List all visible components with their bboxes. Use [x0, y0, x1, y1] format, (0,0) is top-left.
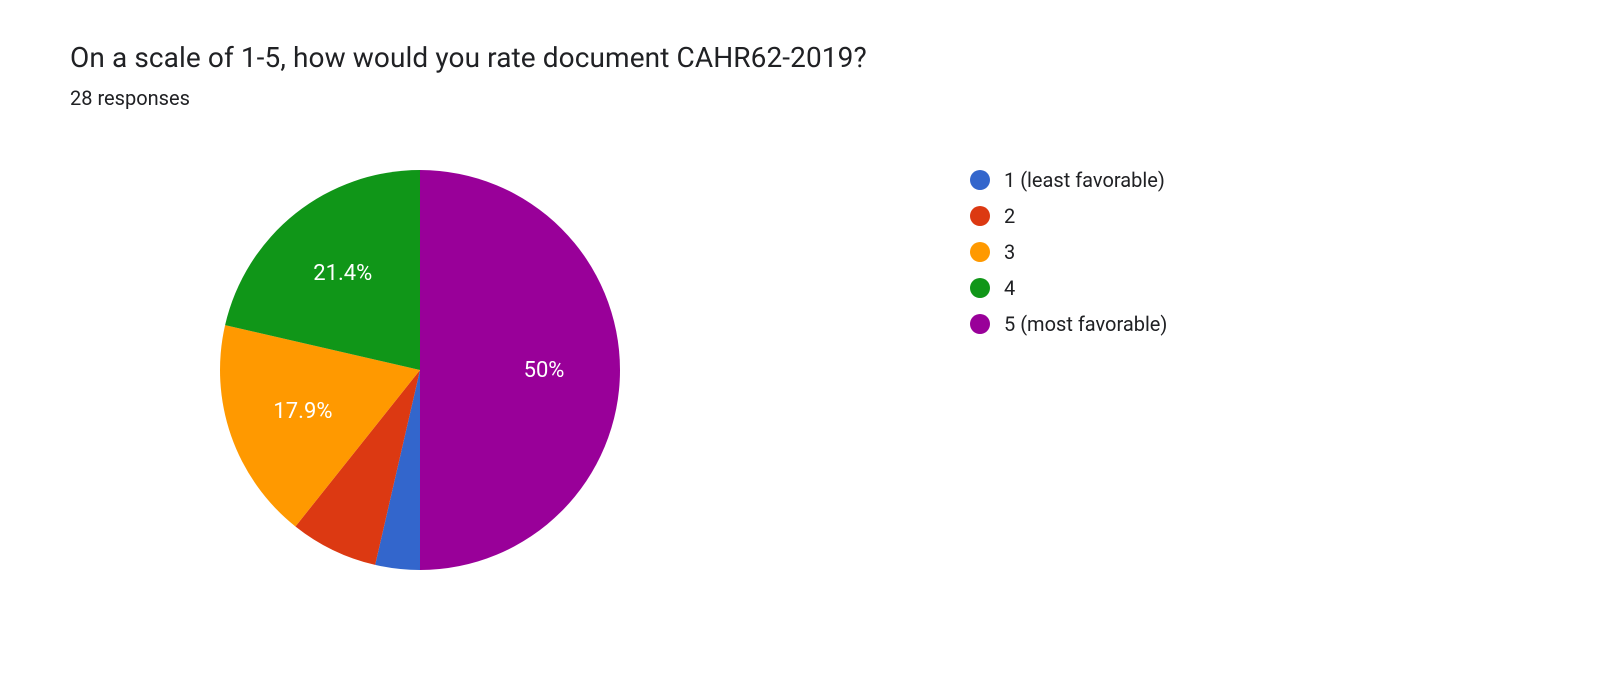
legend-item[interactable]: 3: [970, 240, 1167, 264]
pie-chart: 50% 17.9% 21.4%: [210, 160, 630, 580]
legend-item[interactable]: 1 (least favorable): [970, 168, 1167, 192]
legend-item[interactable]: 4: [970, 276, 1167, 300]
pie-slice[interactable]: [420, 170, 620, 570]
legend-label: 4: [1004, 276, 1015, 300]
response-count: 28 responses: [70, 86, 1530, 110]
legend-swatch: [970, 242, 990, 262]
slice-label: 21.4%: [313, 261, 372, 286]
slice-label: 17.9%: [273, 399, 332, 424]
legend-swatch: [970, 206, 990, 226]
legend-swatch: [970, 170, 990, 190]
legend-item[interactable]: 2: [970, 204, 1167, 228]
legend-label: 5 (most favorable): [1004, 312, 1167, 336]
legend-label: 3: [1004, 240, 1015, 264]
legend-swatch: [970, 278, 990, 298]
chart-legend: 1 (least favorable) 2 3 4 5 (most favorable): [970, 168, 1167, 348]
legend-label: 2: [1004, 204, 1015, 228]
chart-title: On a scale of 1-5, how would you rate do…: [70, 40, 1530, 76]
slice-label: 50%: [524, 358, 565, 383]
legend-item[interactable]: 5 (most favorable): [970, 312, 1167, 336]
legend-label: 1 (least favorable): [1004, 168, 1165, 192]
legend-swatch: [970, 314, 990, 334]
